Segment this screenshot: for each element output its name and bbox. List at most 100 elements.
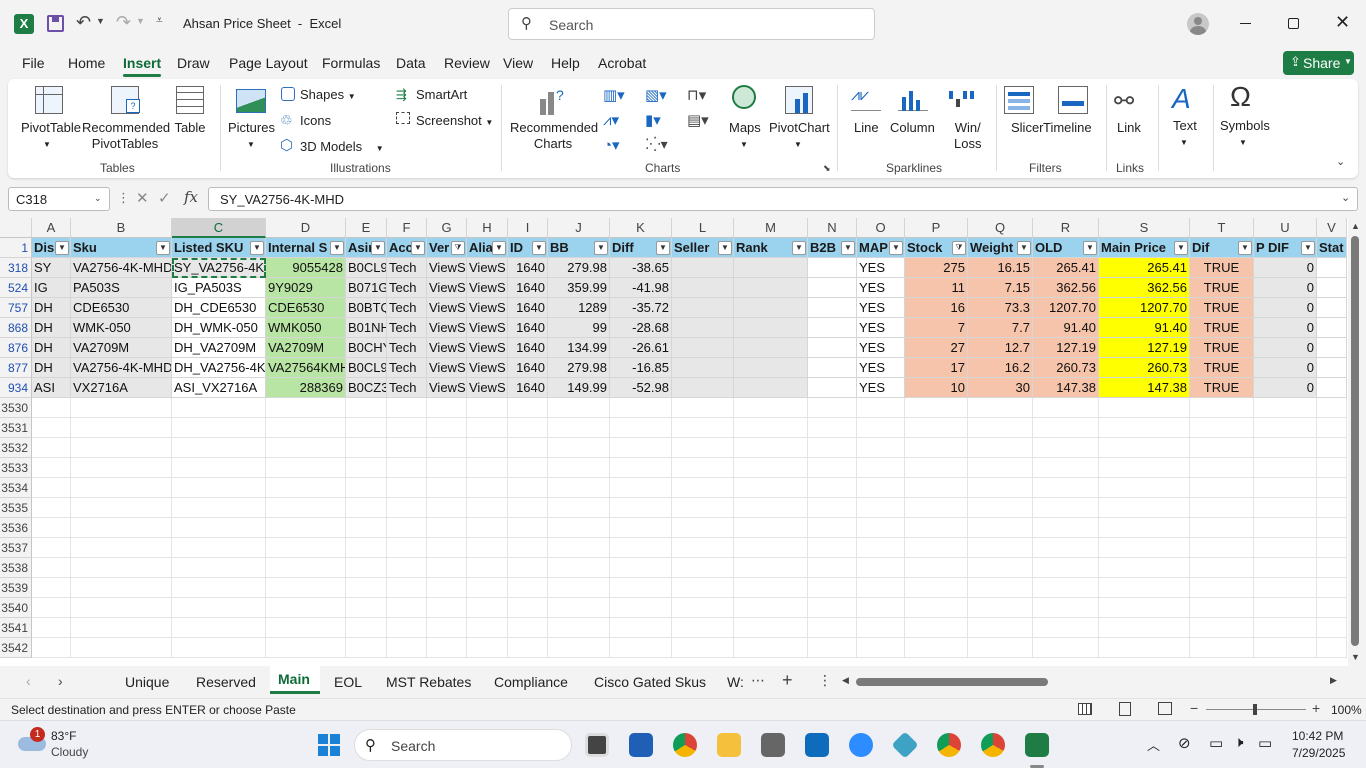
link-button[interactable]: Link <box>1117 120 1141 136</box>
table-cell[interactable]: -28.68 <box>610 318 672 338</box>
empty-cell[interactable] <box>1317 538 1347 558</box>
customize-quick-access-icon[interactable]: ⩡ <box>156 13 163 28</box>
table-cell[interactable]: 0 <box>1254 378 1317 398</box>
empty-cell[interactable] <box>672 478 734 498</box>
empty-cell[interactable] <box>32 498 71 518</box>
table-cell[interactable]: VA2709M <box>266 338 346 358</box>
empty-cell[interactable] <box>32 558 71 578</box>
chrome-icon[interactable] <box>673 733 697 757</box>
outlook-icon[interactable] <box>805 733 829 757</box>
row-header[interactable]: 3542 <box>0 638 32 658</box>
combo-chart-icon[interactable]: ▤▾ <box>687 111 709 129</box>
row-header[interactable]: 3531 <box>0 418 32 438</box>
empty-cell[interactable] <box>548 418 610 438</box>
table-cell[interactable]: 1640 <box>508 258 548 278</box>
empty-cell[interactable] <box>548 598 610 618</box>
table-cell[interactable] <box>808 278 857 298</box>
table-cell[interactable] <box>1317 378 1347 398</box>
empty-cell[interactable] <box>387 458 427 478</box>
empty-cell[interactable] <box>610 418 672 438</box>
display-icon[interactable]: ▭ <box>1209 734 1223 752</box>
empty-cell[interactable] <box>548 558 610 578</box>
sheet-tab-reserved[interactable]: Reserved <box>196 674 256 690</box>
empty-cell[interactable] <box>467 478 508 498</box>
empty-cell[interactable] <box>610 598 672 618</box>
empty-cell[interactable] <box>427 498 467 518</box>
table-cell[interactable]: 9Y9029 <box>266 278 346 298</box>
pivot-chart-dropdown-icon[interactable]: ▼ <box>794 137 802 153</box>
insert-function-icon[interactable]: fx <box>184 188 198 206</box>
empty-cell[interactable] <box>734 458 808 478</box>
page-break-view-icon[interactable] <box>1158 702 1172 715</box>
empty-cell[interactable] <box>808 618 857 638</box>
empty-cell[interactable] <box>610 478 672 498</box>
empty-cell[interactable] <box>1317 578 1347 598</box>
table-cell[interactable]: 1640 <box>508 338 548 358</box>
empty-cell[interactable] <box>548 638 610 658</box>
empty-cell[interactable] <box>508 438 548 458</box>
empty-cell[interactable] <box>346 478 387 498</box>
table-cell[interactable]: TRUE <box>1190 358 1254 378</box>
empty-cell[interactable] <box>548 398 610 418</box>
empty-cell[interactable] <box>1033 498 1099 518</box>
empty-cell[interactable] <box>1254 538 1317 558</box>
empty-cell[interactable] <box>968 538 1033 558</box>
empty-cell[interactable] <box>1099 438 1190 458</box>
empty-cell[interactable] <box>1190 598 1254 618</box>
row-header[interactable]: 3537 <box>0 538 32 558</box>
empty-cell[interactable] <box>427 398 467 418</box>
table-cell[interactable]: VA27564KMH <box>266 358 346 378</box>
table-cell[interactable]: 1640 <box>508 358 548 378</box>
empty-cell[interactable] <box>857 438 905 458</box>
sheet-tab-compliance[interactable]: Compliance <box>494 674 568 690</box>
empty-cell[interactable] <box>968 638 1033 658</box>
empty-cell[interactable] <box>1254 558 1317 578</box>
empty-cell[interactable] <box>387 598 427 618</box>
column-header[interactable]: T <box>1190 218 1254 238</box>
table-cell[interactable]: 16.15 <box>968 258 1033 278</box>
empty-cell[interactable] <box>672 438 734 458</box>
filter-dropdown-icon[interactable]: ▼ <box>55 241 69 255</box>
sheet-tab-main[interactable]: Main <box>278 671 310 687</box>
tab-formulas[interactable]: Formulas <box>322 55 380 71</box>
empty-cell[interactable] <box>346 438 387 458</box>
empty-cell[interactable] <box>427 618 467 638</box>
table-cell[interactable]: 0 <box>1254 358 1317 378</box>
empty-cell[interactable] <box>968 558 1033 578</box>
table-cell[interactable]: YES <box>857 318 905 338</box>
empty-cell[interactable] <box>346 618 387 638</box>
filter-dropdown-icon[interactable]: ▼ <box>492 241 506 255</box>
empty-cell[interactable] <box>1254 458 1317 478</box>
empty-cell[interactable] <box>172 638 266 658</box>
prev-sheet-icon[interactable]: ‹ <box>26 673 31 689</box>
empty-cell[interactable] <box>1099 558 1190 578</box>
filter-dropdown-icon[interactable]: ▼ <box>330 241 344 255</box>
empty-cell[interactable] <box>734 438 808 458</box>
empty-cell[interactable] <box>1099 578 1190 598</box>
row-header[interactable]: 868 <box>0 318 32 338</box>
empty-cell[interactable] <box>734 598 808 618</box>
empty-cell[interactable] <box>427 598 467 618</box>
empty-cell[interactable] <box>467 558 508 578</box>
text-dropdown-icon[interactable]: ▼ <box>1180 135 1188 151</box>
empty-cell[interactable] <box>71 498 172 518</box>
column-header[interactable]: R <box>1033 218 1099 238</box>
empty-cell[interactable] <box>905 478 968 498</box>
empty-cell[interactable] <box>1254 578 1317 598</box>
table-cell[interactable] <box>672 338 734 358</box>
table-cell[interactable] <box>1317 358 1347 378</box>
empty-cell[interactable] <box>346 558 387 578</box>
tab-page-layout[interactable]: Page Layout <box>229 55 308 71</box>
table-cell[interactable]: 279.98 <box>548 358 610 378</box>
empty-cell[interactable] <box>610 578 672 598</box>
empty-cell[interactable] <box>32 538 71 558</box>
empty-cell[interactable] <box>1099 458 1190 478</box>
table-cell[interactable]: 260.73 <box>1033 358 1099 378</box>
table-cell[interactable]: 0 <box>1254 338 1317 358</box>
battery-icon[interactable]: ▭ <box>1258 734 1272 752</box>
empty-cell[interactable] <box>968 478 1033 498</box>
column-header[interactable]: N <box>808 218 857 238</box>
empty-cell[interactable] <box>610 638 672 658</box>
empty-cell[interactable] <box>172 458 266 478</box>
empty-cell[interactable] <box>1033 478 1099 498</box>
